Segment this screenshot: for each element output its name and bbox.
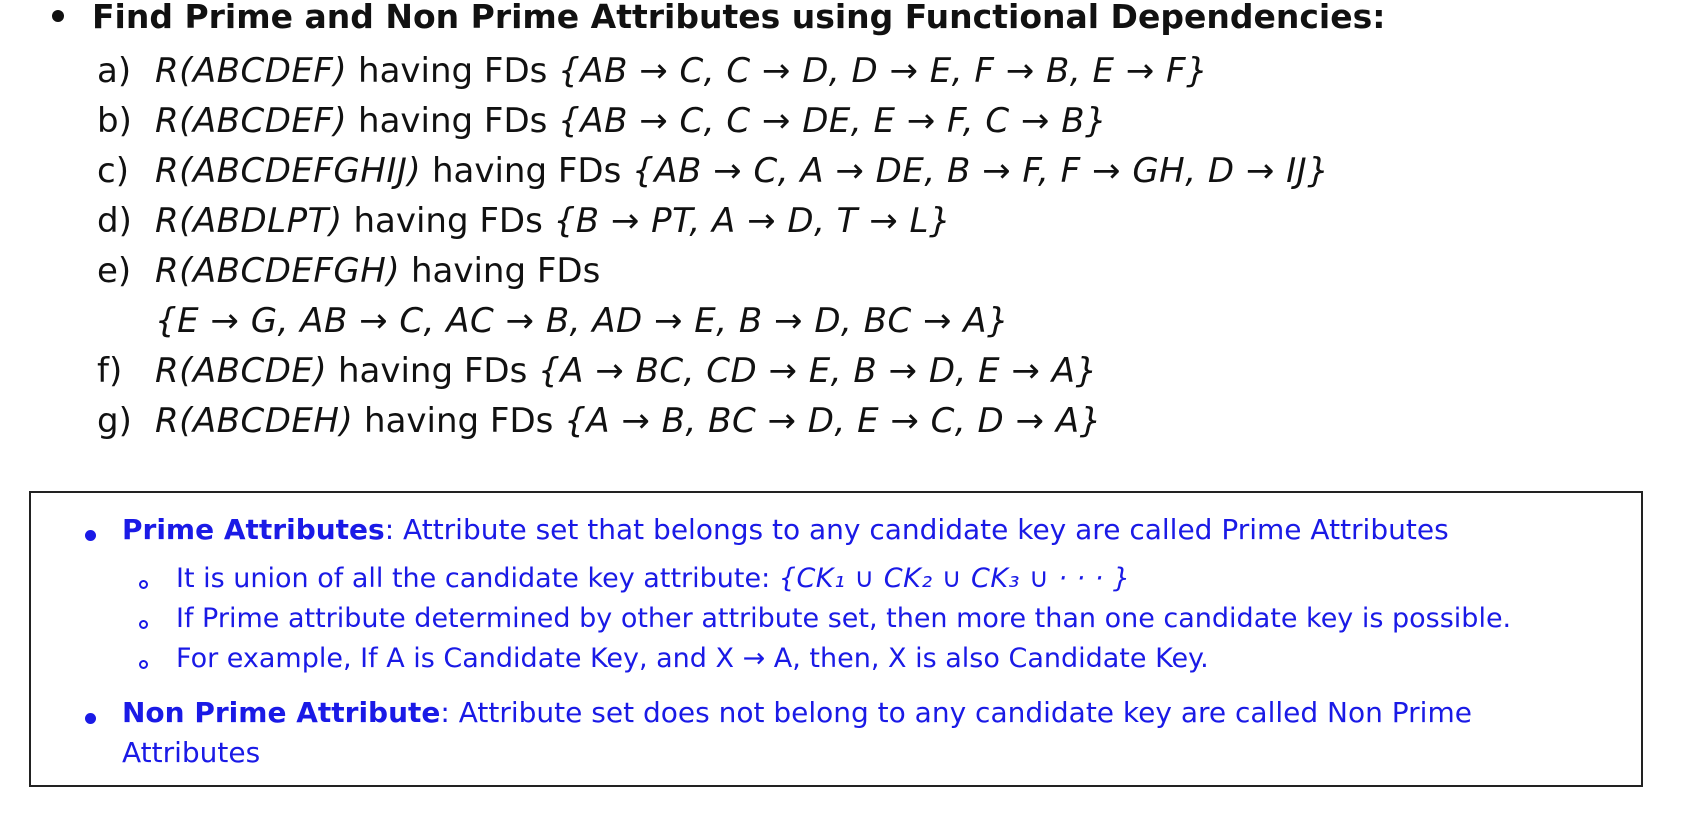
having-fds-text: having FDs bbox=[358, 51, 548, 91]
exercise-label: b) bbox=[97, 101, 132, 141]
exercise-label: d) bbox=[97, 201, 132, 241]
exercise-statement: R(ABCDEF) having FDs {AB → C, C → DE, E … bbox=[155, 101, 1107, 141]
exercise-statement: R(ABCDEH) having FDs {A → B, BC → D, E →… bbox=[155, 401, 1102, 441]
heading: Find Prime and Non Prime Attributes usin… bbox=[52, 0, 1385, 38]
exercise-b: b) R(ABCDEF) having FDs {AB → C, C → DE,… bbox=[97, 101, 1617, 151]
bullet-icon bbox=[52, 10, 64, 22]
relation-schema: R(ABCDEF) bbox=[155, 51, 348, 91]
exercise-statement: R(ABCDE) having FDs {A → BC, CD → E, B →… bbox=[155, 351, 1098, 391]
point-text: If Prime attribute determined by other a… bbox=[176, 603, 1512, 634]
exercise-statement: R(ABCDEFGHIJ) having FDs {AB → C, A → DE… bbox=[155, 151, 1329, 191]
slide-page: { "title": "Find Prime and Non Prime Att… bbox=[0, 0, 1691, 819]
having-fds-text: having FDs bbox=[358, 101, 548, 141]
definitions-box: Prime Attributes: Attribute set that bel… bbox=[29, 491, 1643, 787]
prime-bullet-icon bbox=[85, 530, 96, 541]
prime-term: Prime Attributes bbox=[122, 513, 385, 546]
circle-bullet-icon bbox=[139, 620, 148, 629]
non-prime-term: Non Prime Attribute bbox=[122, 696, 441, 729]
point-text: It is union of all the candidate key att… bbox=[176, 563, 779, 594]
having-fds-text: having FDs bbox=[337, 351, 528, 391]
non-prime-text: : Attribute set does not belong to any c… bbox=[440, 696, 1472, 729]
exercise-statement: R(ABCDEFGH) having FDs bbox=[155, 251, 600, 291]
functional-dependencies: {E → G, AB → C, AC → B, AD → E, B → D, B… bbox=[155, 301, 1010, 341]
exercise-e: e) R(ABCDEFGH) having FDs bbox=[97, 251, 1617, 301]
prime-point-union: It is union of all the candidate key att… bbox=[176, 563, 1131, 594]
point-text: For example, If A is Candidate Key, and … bbox=[176, 643, 1209, 674]
exercise-statement: {E → G, AB → C, AC → B, AD → E, B → D, B… bbox=[155, 301, 1009, 341]
exercise-g: g) R(ABCDEH) having FDs {A → B, BC → D, … bbox=[97, 401, 1617, 451]
continuation-text: Attributes bbox=[122, 736, 261, 769]
having-fds-text: having FDs bbox=[353, 201, 543, 241]
exercise-label: e) bbox=[97, 251, 132, 291]
exercise-label: c) bbox=[97, 151, 129, 191]
relation-schema: R(ABCDEFGH) bbox=[155, 251, 401, 291]
functional-dependencies: {A → BC, CD → E, B → D, E → A} bbox=[538, 351, 1098, 391]
circle-bullet-icon bbox=[139, 580, 148, 589]
functional-dependencies: {AB → C, C → DE, E → F, C → B} bbox=[558, 101, 1108, 141]
exercise-a: a) R(ABCDEF) having FDs {AB → C, C → D, … bbox=[97, 51, 1617, 101]
exercise-list: a) R(ABCDEF) having FDs {AB → C, C → D, … bbox=[97, 51, 1617, 451]
exercise-label: g) bbox=[97, 401, 132, 441]
relation-schema: R(ABCDEF) bbox=[155, 101, 348, 141]
exercise-label: f) bbox=[97, 351, 123, 391]
exercise-label: a) bbox=[97, 51, 132, 91]
relation-schema: R(ABCDEFGHIJ) bbox=[155, 151, 422, 191]
exercise-f: f) R(ABCDE) having FDs {A → BC, CD → E, … bbox=[97, 351, 1617, 401]
exercise-statement: R(ABDLPT) having FDs {B → PT, A → D, T →… bbox=[155, 201, 951, 241]
heading-text: Find Prime and Non Prime Attributes usin… bbox=[92, 0, 1386, 36]
prime-point-determined: If Prime attribute determined by other a… bbox=[176, 603, 1511, 634]
having-fds-text: having FDs bbox=[410, 251, 601, 291]
functional-dependencies: {AB → C, A → DE, B → F, F → GH, D → IJ} bbox=[632, 151, 1330, 191]
prime-point-example: For example, If A is Candidate Key, and … bbox=[176, 643, 1209, 674]
exercise-statement: R(ABCDEF) having FDs {AB → C, C → D, D →… bbox=[155, 51, 1208, 91]
exercise-c: c) R(ABCDEFGHIJ) having FDs {AB → C, A →… bbox=[97, 151, 1617, 201]
relation-schema: R(ABCDEH) bbox=[155, 401, 354, 441]
having-fds-text: having FDs bbox=[431, 151, 622, 191]
prime-text: : Attribute set that belongs to any cand… bbox=[384, 513, 1449, 546]
prime-definition: Prime Attributes: Attribute set that bel… bbox=[122, 513, 1449, 546]
functional-dependencies: {B → PT, A → D, T → L} bbox=[553, 201, 952, 241]
circle-bullet-icon bbox=[139, 660, 148, 669]
relation-schema: R(ABCDE) bbox=[155, 351, 328, 391]
exercise-e-continuation: {E → G, AB → C, AC → B, AD → E, B → D, B… bbox=[97, 301, 1617, 351]
non-prime-continuation: Attributes bbox=[122, 736, 260, 769]
non-prime-bullet-icon bbox=[85, 713, 96, 724]
exercise-d: d) R(ABDLPT) having FDs {B → PT, A → D, … bbox=[97, 201, 1617, 251]
relation-schema: R(ABDLPT) bbox=[155, 201, 343, 241]
non-prime-definition: Non Prime Attribute: Attribute set does … bbox=[122, 696, 1472, 729]
functional-dependencies: {A → B, BC → D, E → C, D → A} bbox=[564, 401, 1102, 441]
having-fds-text: having FDs bbox=[364, 401, 554, 441]
candidate-key-union-math: {CK₁ ∪ CK₂ ∪ CK₃ ∪ · · · } bbox=[778, 563, 1131, 594]
functional-dependencies: {AB → C, C → D, D → E, F → B, E → F} bbox=[558, 51, 1209, 91]
